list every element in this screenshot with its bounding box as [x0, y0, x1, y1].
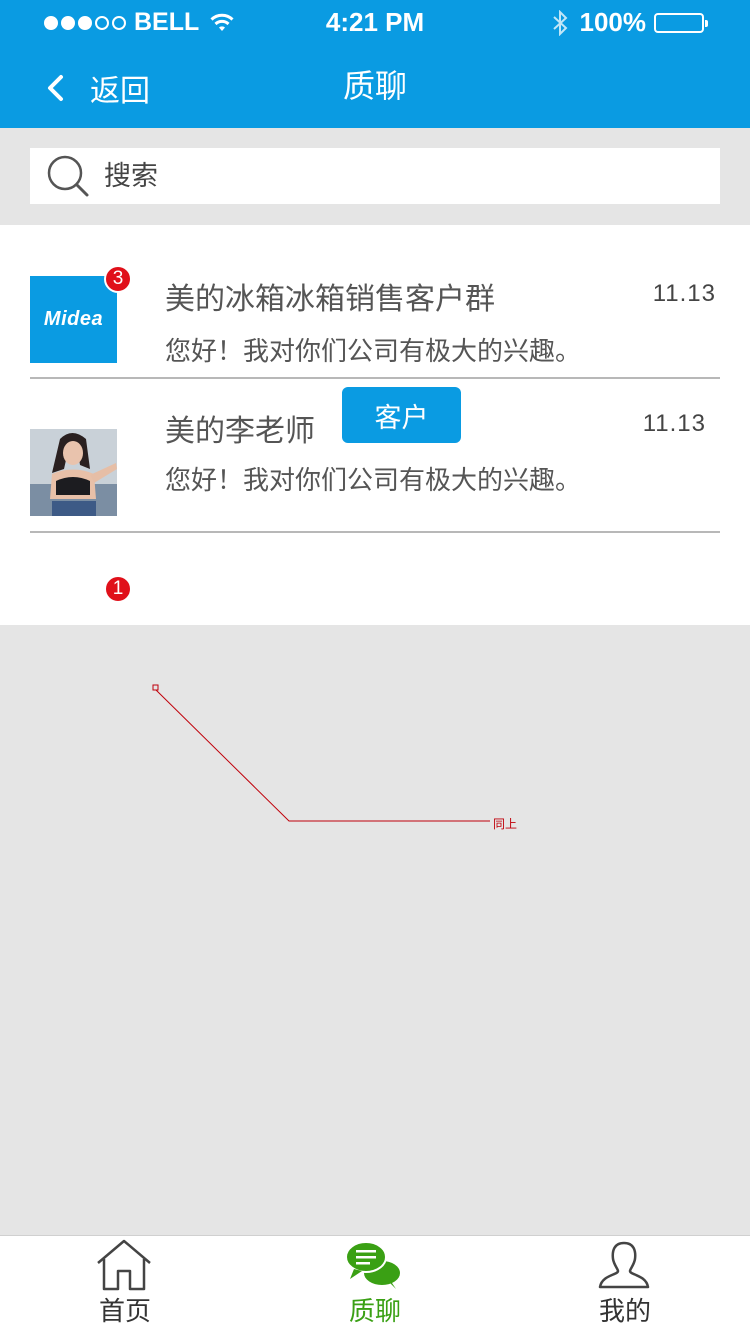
conversation-item[interactable]: Midea 3 美的冰箱冰箱销售客户群 11.13 您好！我对你们公司有极大的兴…: [30, 225, 720, 379]
app-header: BELL 4:21 PM 100% 返回 质聊: [0, 0, 750, 128]
tab-bar: 首页 质聊 我的: [0, 1235, 750, 1334]
tab-chat[interactable]: 质聊: [300, 1236, 450, 1334]
conversation-last-message: 您好！我对你们公司有极大的兴趣。: [165, 337, 582, 367]
customer-tag: 客户: [342, 387, 461, 443]
conversation-time: 11.13: [652, 280, 716, 307]
search-icon: [47, 155, 89, 197]
search-area: [0, 128, 750, 225]
unread-badge: 1: [104, 575, 132, 603]
person-photo-icon: [30, 429, 117, 516]
tab-chat-label: 质聊: [348, 1297, 401, 1327]
unread-badge: 3: [104, 265, 132, 293]
bluetooth-icon: [552, 9, 567, 36]
battery-icon: [654, 12, 708, 33]
conversation-name: 美的冰箱冰箱销售客户群: [165, 282, 495, 317]
status-right: 100%: [552, 7, 708, 38]
search-bar[interactable]: [30, 148, 720, 204]
page-title: 质聊: [342, 67, 407, 105]
annotation-note: 同上: [493, 817, 518, 831]
conversation-list: Midea 3 美的冰箱冰箱销售客户群 11.13 您好！我对你们公司有极大的兴…: [0, 225, 750, 625]
conversation-last-message: 您好！我对你们公司有极大的兴趣。: [165, 466, 582, 496]
conversation-name: 美的李老师: [165, 414, 315, 449]
tab-profile-label: 我的: [598, 1297, 651, 1327]
conversation-item[interactable]: 1 美的李老师 客户 11.13 您好！我对你们公司有极大的兴趣。: [30, 379, 720, 603]
chat-bubbles-icon: [345, 1241, 400, 1289]
tab-profile[interactable]: 我的: [550, 1236, 700, 1334]
user-photo-avatar: [30, 429, 117, 516]
status-bar: BELL 4:21 PM 100%: [0, 0, 750, 44]
search-input[interactable]: [104, 160, 664, 192]
home-icon: [97, 1239, 151, 1291]
tab-home[interactable]: 首页: [50, 1236, 200, 1334]
user-icon: [598, 1241, 650, 1289]
conversation-time: 11.13: [642, 410, 706, 437]
midea-logo-avatar: Midea: [30, 276, 117, 363]
battery-percent: 100%: [579, 7, 647, 37]
tab-home-label: 首页: [98, 1297, 151, 1327]
